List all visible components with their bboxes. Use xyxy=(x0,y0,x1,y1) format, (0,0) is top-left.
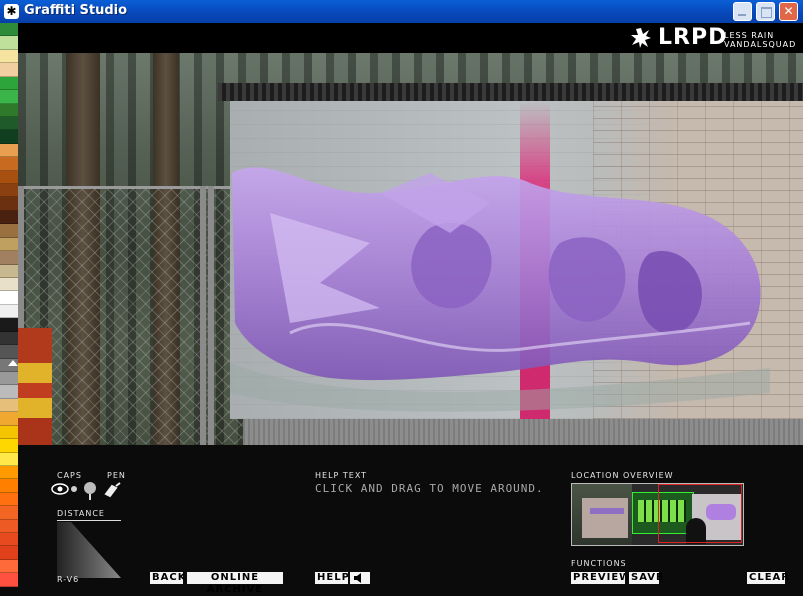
color-swatch[interactable] xyxy=(0,90,18,104)
color-swatch[interactable] xyxy=(0,49,18,64)
color-swatch[interactable] xyxy=(0,278,18,292)
color-swatch[interactable] xyxy=(0,318,18,332)
color-swatch[interactable] xyxy=(0,345,18,359)
wall-top-edge xyxy=(218,83,803,101)
color-swatch[interactable] xyxy=(0,385,18,399)
close-button[interactable]: ✕ xyxy=(779,2,798,21)
help-button[interactable]: HELP xyxy=(315,572,349,584)
color-swatch[interactable] xyxy=(0,76,18,91)
color-swatch[interactable] xyxy=(0,546,18,560)
color-palette xyxy=(0,23,18,587)
color-swatch[interactable] xyxy=(0,479,18,493)
fence-post xyxy=(200,186,206,445)
sound-toggle-button[interactable] xyxy=(350,572,370,584)
fence-post xyxy=(208,186,214,445)
color-swatch[interactable] xyxy=(0,170,18,185)
window-title: Graffiti Studio xyxy=(24,3,128,18)
color-swatch[interactable] xyxy=(0,304,18,319)
color-swatch[interactable] xyxy=(0,331,18,346)
speaker-icon xyxy=(354,573,361,583)
overview-tag xyxy=(590,508,624,514)
help-text-label: HELP TEXT xyxy=(315,471,368,480)
color-swatch[interactable] xyxy=(0,251,18,265)
graffiti-piece xyxy=(230,167,770,412)
brand-logo: LRPD xyxy=(658,25,728,50)
color-swatch[interactable] xyxy=(0,358,18,372)
color-swatch[interactable] xyxy=(0,224,18,238)
spray-splat-icon: ✱ xyxy=(4,4,19,19)
color-swatch[interactable] xyxy=(0,533,18,547)
color-swatch[interactable] xyxy=(0,157,18,171)
brand-sub-line2: VANDALSQUAD xyxy=(724,40,797,49)
color-swatch[interactable] xyxy=(0,103,18,117)
color-swatch[interactable] xyxy=(0,452,18,466)
color-swatch[interactable] xyxy=(0,371,18,386)
functions-label: FUNCTIONS xyxy=(571,559,627,568)
color-swatch[interactable] xyxy=(0,197,18,211)
window-titlebar[interactable]: ✱ Graffiti Studio ✕ xyxy=(0,0,803,23)
color-swatch[interactable] xyxy=(0,559,18,574)
color-swatch[interactable] xyxy=(0,492,18,507)
color-swatch[interactable] xyxy=(0,573,18,587)
graffiti-canvas[interactable] xyxy=(18,53,803,445)
color-swatch[interactable] xyxy=(0,519,18,534)
color-swatch[interactable] xyxy=(0,143,18,158)
color-swatch[interactable] xyxy=(0,291,18,305)
overview-viewport-frame[interactable] xyxy=(658,484,742,543)
caps-label: CAPS xyxy=(57,471,82,480)
header-bar: LRPD LESS RAIN VANDALSQUAD xyxy=(18,23,803,53)
color-swatch[interactable] xyxy=(0,23,18,37)
color-swatch[interactable] xyxy=(0,237,18,252)
location-overview-label: LOCATION OVERVIEW xyxy=(571,471,674,480)
splat-icon xyxy=(631,28,651,48)
color-swatch[interactable] xyxy=(0,439,18,453)
minimize-button[interactable] xyxy=(733,2,752,21)
oil-barrel xyxy=(18,328,52,445)
color-swatch[interactable] xyxy=(0,116,18,131)
distance-slider[interactable] xyxy=(57,522,121,578)
color-swatch[interactable] xyxy=(0,506,18,520)
brand-subtitle: LESS RAIN VANDALSQUAD xyxy=(724,31,796,49)
save-button[interactable]: SAVE xyxy=(629,572,663,584)
help-text: CLICK AND DRAG TO MOVE AROUND. xyxy=(315,482,544,495)
color-swatch[interactable] xyxy=(0,210,18,225)
wall-base xyxy=(243,419,803,445)
color-swatch[interactable] xyxy=(0,130,18,144)
color-swatch[interactable] xyxy=(0,425,18,440)
color-swatch[interactable] xyxy=(0,465,18,480)
color-swatch[interactable] xyxy=(0,36,18,50)
overview-house xyxy=(582,498,628,538)
distance-label: DISTANCE xyxy=(57,509,105,518)
color-swatch[interactable] xyxy=(0,398,18,413)
pen-label: PEN xyxy=(107,471,126,480)
version-label: R-V6 xyxy=(57,575,80,584)
color-swatch[interactable] xyxy=(0,264,18,279)
back-button[interactable]: BACK xyxy=(150,572,185,584)
location-overview-map[interactable] xyxy=(571,483,744,546)
caps-selector[interactable] xyxy=(50,480,125,502)
color-swatch[interactable] xyxy=(0,184,18,198)
color-swatch[interactable] xyxy=(0,63,18,77)
clear-button[interactable]: CLEAR xyxy=(747,572,789,584)
maximize-button[interactable] xyxy=(756,2,775,21)
online-archive-button[interactable]: ONLINE ARCHIVE xyxy=(187,572,283,595)
color-swatch[interactable] xyxy=(0,412,18,426)
preview-button[interactable]: PREVIEW xyxy=(571,572,630,584)
distance-divider xyxy=(57,520,121,521)
brand-sub-line1: LESS RAIN xyxy=(724,31,775,40)
